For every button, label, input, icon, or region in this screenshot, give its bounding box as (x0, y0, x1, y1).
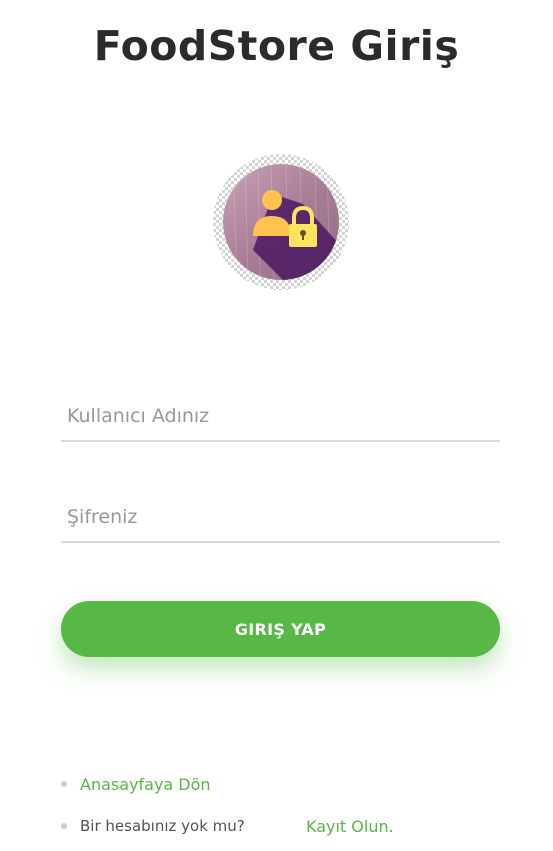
bullet-icon (61, 823, 67, 829)
footer-links: Anasayfaya Dön Bir hesabınız yok mu? Kay… (61, 770, 521, 851)
username-field (61, 392, 500, 442)
list-item: Anasayfaya Dön (61, 770, 521, 798)
no-account-text: Bir hesabınız yok mu? (80, 817, 245, 835)
home-link[interactable]: Anasayfaya Dön (80, 775, 211, 794)
bullet-icon (61, 781, 67, 787)
user-lock-icon (223, 164, 339, 280)
page-title: FoodStore Giriş (93, 22, 460, 70)
password-input[interactable] (61, 493, 500, 541)
avatar (213, 154, 349, 290)
list-item: Bir hesabınız yok mu? Kayıt Olun. (61, 812, 521, 840)
password-field (61, 493, 500, 543)
register-link[interactable]: Kayıt Olun. (306, 817, 394, 836)
login-button[interactable]: GIRIŞ YAP (61, 601, 500, 657)
login-page: FoodStore Giriş Kullanıcı Adınız GIRIŞ Y… (0, 0, 553, 851)
username-input[interactable] (61, 392, 500, 440)
